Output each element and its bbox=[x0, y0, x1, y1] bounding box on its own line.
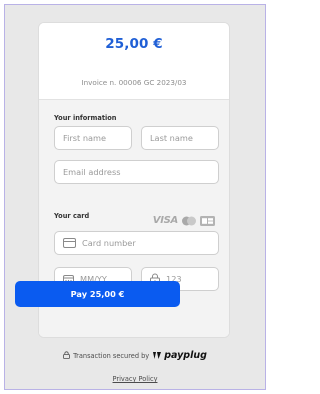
card-number-placeholder: Card number bbox=[82, 238, 136, 248]
invoice-number: Invoice n. 00006 GC 2023/03 bbox=[81, 78, 187, 87]
mastercard-icon bbox=[181, 211, 197, 230]
cb-card-icon bbox=[200, 211, 215, 230]
secured-by-notice: Transaction secured by payplug bbox=[0, 350, 270, 361]
first-name-field[interactable]: First name bbox=[54, 126, 132, 150]
card-header: 25,00 € Invoice n. 00006 GC 2023/03 bbox=[39, 23, 229, 99]
last-name-field[interactable]: Last name bbox=[141, 126, 219, 150]
email-field[interactable]: Email address bbox=[54, 160, 219, 184]
lock-icon bbox=[63, 350, 70, 361]
card-brands: VISA bbox=[153, 211, 215, 230]
payplug-brand: payplug bbox=[164, 350, 207, 361]
card-number-field[interactable]: Card number bbox=[54, 231, 219, 255]
info-section-label: Your information bbox=[54, 114, 117, 122]
privacy-policy-link[interactable]: Privacy Policy bbox=[0, 375, 270, 383]
payplug-logo: payplug bbox=[152, 350, 207, 361]
card-section-label: Your card bbox=[54, 212, 90, 220]
visa-logo: VISA bbox=[152, 215, 179, 226]
secured-text: Transaction secured by bbox=[73, 351, 150, 360]
payplug-mark-icon bbox=[153, 352, 162, 359]
pay-button[interactable]: Pay 25,00 € bbox=[15, 281, 180, 307]
credit-card-icon bbox=[63, 238, 76, 248]
amount-total: 25,00 € bbox=[105, 36, 163, 52]
